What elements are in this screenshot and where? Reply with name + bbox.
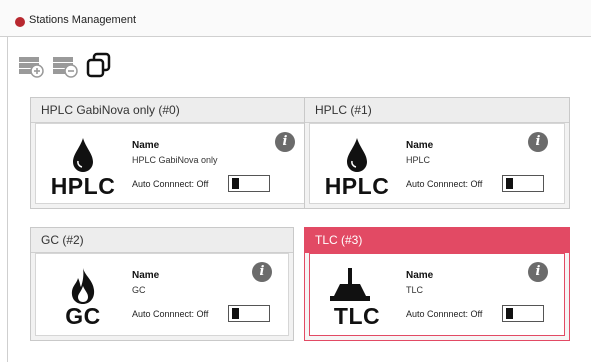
duplicate-station-button[interactable] [86,51,112,79]
station-glyph: TLC [316,264,398,330]
station-name: TLC [406,285,424,295]
hplc-drop-icon [73,138,93,172]
station-name: GC [132,285,146,295]
station-glyph: HPLC [316,134,398,200]
remove-station-icon [53,57,78,78]
toggle-knob [506,308,513,319]
station-glyph-label: HPLC [50,173,116,199]
station-card-header: GC (#2) [31,228,293,253]
station-card[interactable]: GC (#2) GC Name GC i Auto Connnect: Off [30,227,294,341]
info-icon[interactable]: i [275,132,295,152]
add-station-icon [19,57,44,78]
toggle-knob [232,178,239,189]
auto-connect-toggle[interactable] [228,305,270,322]
auto-connect-label: Auto Connnect: Off [406,179,483,189]
info-icon[interactable]: i [528,132,548,152]
station-name: HPLC [406,155,431,165]
stations-panel: HPLC GabiNova only (#0) HPLC Name HPLC G… [7,37,591,362]
station-card[interactable]: HPLC (#1) HPLC Name HPLC i Auto Connnect… [304,97,570,209]
name-label: Name [132,140,160,151]
station-name: HPLC GabiNova only [132,155,218,165]
name-label: Name [406,140,434,151]
hplc-drop-icon [347,138,367,172]
title-bar: Stations Management [0,0,591,37]
auto-connect-label: Auto Connnect: Off [406,309,483,319]
station-card-header: HPLC GabiNova only (#0) [31,98,316,123]
station-card-header: HPLC (#1) [305,98,569,123]
auto-connect-toggle[interactable] [502,305,544,322]
toggle-knob [506,178,513,189]
gc-flame-icon [71,268,95,304]
duplicate-station-icon [86,52,111,78]
auto-connect-toggle[interactable] [502,175,544,192]
auto-connect-label: Auto Connnect: Off [132,309,209,319]
app-status-dot-icon [15,17,25,27]
station-glyph-label: TLC [333,303,381,329]
name-label: Name [132,270,160,281]
tlc-plate-icon [330,268,370,301]
info-icon[interactable]: i [252,262,272,282]
station-glyph-label: GC [65,303,101,329]
window-title: Stations Management [29,14,137,26]
station-glyph: HPLC [42,134,124,200]
auto-connect-toggle[interactable] [228,175,270,192]
station-glyph: GC [42,264,124,330]
station-card-selected[interactable]: TLC (#3) TLC Name TLC i Auto Connnect: O… [304,227,570,341]
station-card-header: TLC (#3) [305,228,569,253]
info-icon[interactable]: i [528,262,548,282]
station-card-body: TLC Name TLC i Auto Connnect: Off [309,253,565,336]
toggle-knob [232,308,239,319]
station-card-body: GC Name GC i Auto Connnect: Off [35,253,289,336]
station-glyph-label: HPLC [324,173,390,199]
station-card-body: HPLC Name HPLC i Auto Connnect: Off [309,123,565,204]
station-card-body: HPLC Name HPLC GabiNova only i Auto Conn… [35,123,312,204]
station-card[interactable]: HPLC GabiNova only (#0) HPLC Name HPLC G… [30,97,317,209]
name-label: Name [406,270,434,281]
remove-station-button[interactable] [52,51,78,79]
add-station-button[interactable] [18,51,44,79]
auto-connect-label: Auto Connnect: Off [132,179,209,189]
